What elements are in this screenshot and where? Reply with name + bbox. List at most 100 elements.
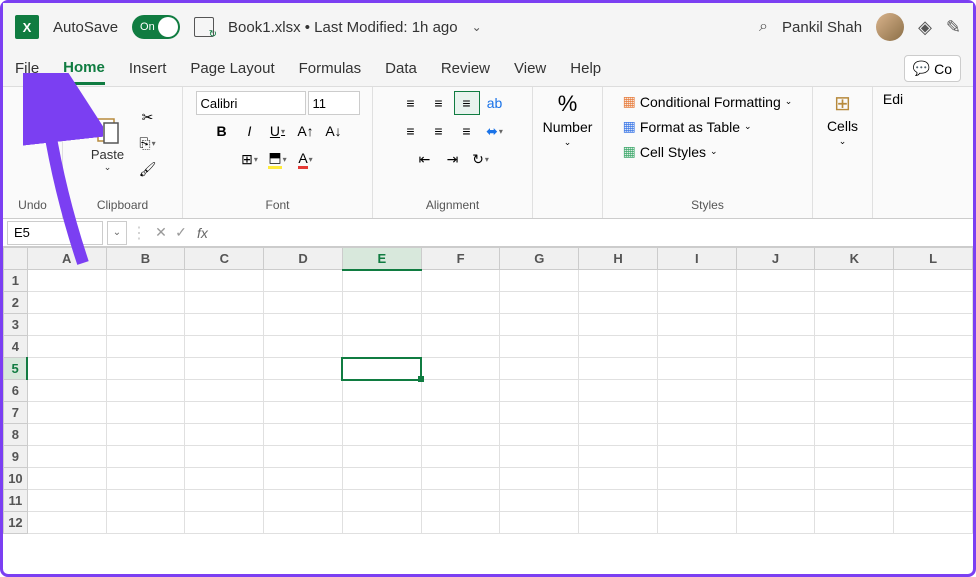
column-header[interactable]: J <box>736 248 815 270</box>
cell[interactable] <box>736 358 815 380</box>
cell[interactable] <box>264 314 343 336</box>
cell[interactable] <box>894 490 973 512</box>
cell[interactable] <box>342 490 421 512</box>
cell[interactable] <box>342 402 421 424</box>
column-header[interactable]: B <box>106 248 185 270</box>
cell[interactable] <box>579 402 658 424</box>
cell[interactable] <box>27 512 106 534</box>
cell[interactable] <box>185 446 264 468</box>
increase-indent-button[interactable]: ⇥ <box>440 147 466 171</box>
cell[interactable] <box>894 424 973 446</box>
cell[interactable] <box>106 292 185 314</box>
cell[interactable] <box>264 402 343 424</box>
cell[interactable] <box>27 468 106 490</box>
cell[interactable] <box>657 512 736 534</box>
cell[interactable] <box>264 358 343 380</box>
cell[interactable] <box>27 402 106 424</box>
cell[interactable] <box>815 292 894 314</box>
cell[interactable] <box>185 424 264 446</box>
tab-view[interactable]: View <box>514 54 546 83</box>
cell[interactable] <box>106 314 185 336</box>
cell[interactable] <box>894 336 973 358</box>
cell[interactable] <box>342 336 421 358</box>
cell[interactable] <box>657 358 736 380</box>
cell[interactable] <box>342 424 421 446</box>
cell[interactable] <box>500 380 579 402</box>
cell[interactable] <box>894 292 973 314</box>
cell[interactable] <box>500 336 579 358</box>
cell[interactable] <box>894 512 973 534</box>
column-header[interactable]: H <box>579 248 658 270</box>
cell[interactable] <box>815 446 894 468</box>
increase-font-button[interactable]: A↑ <box>293 119 319 143</box>
cell[interactable] <box>264 446 343 468</box>
cell[interactable] <box>342 314 421 336</box>
cell[interactable] <box>106 512 185 534</box>
formula-input[interactable] <box>214 222 973 244</box>
cell[interactable] <box>185 512 264 534</box>
cell[interactable] <box>342 358 421 380</box>
decrease-indent-button[interactable]: ⇤ <box>412 147 438 171</box>
cell[interactable] <box>894 402 973 424</box>
cell[interactable] <box>815 358 894 380</box>
cell[interactable] <box>894 446 973 468</box>
cell[interactable] <box>106 446 185 468</box>
align-right-button[interactable]: ≡ <box>454 119 480 143</box>
cell[interactable] <box>736 336 815 358</box>
cell[interactable] <box>264 270 343 292</box>
cell[interactable] <box>421 446 500 468</box>
cell[interactable] <box>264 490 343 512</box>
redo-button[interactable]: ↷ <box>20 117 46 141</box>
search-icon[interactable]: ⌕ <box>759 18 768 36</box>
cell[interactable] <box>500 512 579 534</box>
font-name-select[interactable] <box>196 91 306 115</box>
cell[interactable] <box>27 358 106 380</box>
cell[interactable] <box>27 336 106 358</box>
autosave-toggle[interactable]: On <box>132 15 180 39</box>
cell[interactable] <box>500 424 579 446</box>
tab-data[interactable]: Data <box>385 54 417 83</box>
cell[interactable] <box>657 336 736 358</box>
cell[interactable] <box>264 424 343 446</box>
cell[interactable] <box>815 402 894 424</box>
cell[interactable] <box>657 270 736 292</box>
avatar[interactable] <box>876 13 904 41</box>
cut-button[interactable]: ✂ <box>135 106 161 130</box>
cell[interactable] <box>106 490 185 512</box>
cell[interactable] <box>342 446 421 468</box>
column-header[interactable]: E <box>342 248 421 270</box>
cell[interactable] <box>421 512 500 534</box>
cell[interactable] <box>579 314 658 336</box>
column-header[interactable]: F <box>421 248 500 270</box>
fill-color-button[interactable]: ⬒ <box>265 147 291 171</box>
font-size-select[interactable] <box>308 91 360 115</box>
cell[interactable] <box>106 468 185 490</box>
column-header[interactable]: D <box>264 248 343 270</box>
cell-styles-button[interactable]: ▦Cell Styles⌄ <box>619 141 722 162</box>
underline-button[interactable]: U <box>265 119 291 143</box>
merge-center-button[interactable]: ⬌ <box>482 119 508 143</box>
cell[interactable] <box>342 270 421 292</box>
fx-label[interactable]: fx <box>197 225 208 241</box>
cell[interactable] <box>27 270 106 292</box>
cell[interactable] <box>736 292 815 314</box>
decrease-font-button[interactable]: A↓ <box>321 119 347 143</box>
wrap-text-button[interactable]: ab <box>482 91 508 115</box>
column-header[interactable]: K <box>815 248 894 270</box>
cell[interactable] <box>657 446 736 468</box>
cell[interactable] <box>579 446 658 468</box>
align-top-button[interactable]: ≡ <box>398 91 424 115</box>
cell[interactable] <box>421 336 500 358</box>
cell[interactable] <box>894 314 973 336</box>
cell[interactable] <box>579 358 658 380</box>
name-box-dropdown[interactable]: ⌄ <box>107 221 127 245</box>
cell[interactable] <box>421 424 500 446</box>
enter-formula-button[interactable]: ✓ <box>171 224 191 241</box>
cell[interactable] <box>579 512 658 534</box>
cell[interactable] <box>342 468 421 490</box>
italic-button[interactable]: I <box>237 119 263 143</box>
align-bottom-button[interactable]: ≡ <box>454 91 480 115</box>
name-box[interactable]: E5 <box>7 221 103 245</box>
cell[interactable] <box>579 292 658 314</box>
row-header[interactable]: 4 <box>4 336 28 358</box>
